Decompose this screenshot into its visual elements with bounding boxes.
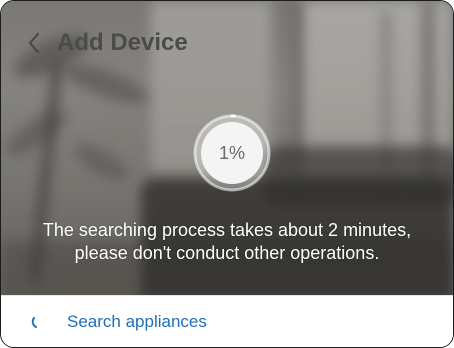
progress-percent: 1% <box>218 142 245 163</box>
background-scene: Add Device 1% The searching process take… <box>1 1 453 295</box>
loading-spinner-icon <box>31 315 45 329</box>
chevron-left-icon <box>28 32 40 54</box>
back-button[interactable] <box>21 28 47 58</box>
search-appliances-label: Search appliances <box>67 312 207 331</box>
app-frame: Add Device 1% The searching process take… <box>0 0 454 348</box>
search-appliances-row[interactable]: Search appliances <box>1 295 453 347</box>
search-instructions: The searching process takes about 2 minu… <box>1 219 453 265</box>
instruction-line-2: please don't conduct other operations. <box>74 243 380 263</box>
progress-indicator: 1% <box>192 113 272 193</box>
page-title: Add Device <box>57 29 188 56</box>
instruction-line-1: The searching process takes about 2 minu… <box>42 220 412 240</box>
header-bar: Add Device <box>1 25 453 61</box>
